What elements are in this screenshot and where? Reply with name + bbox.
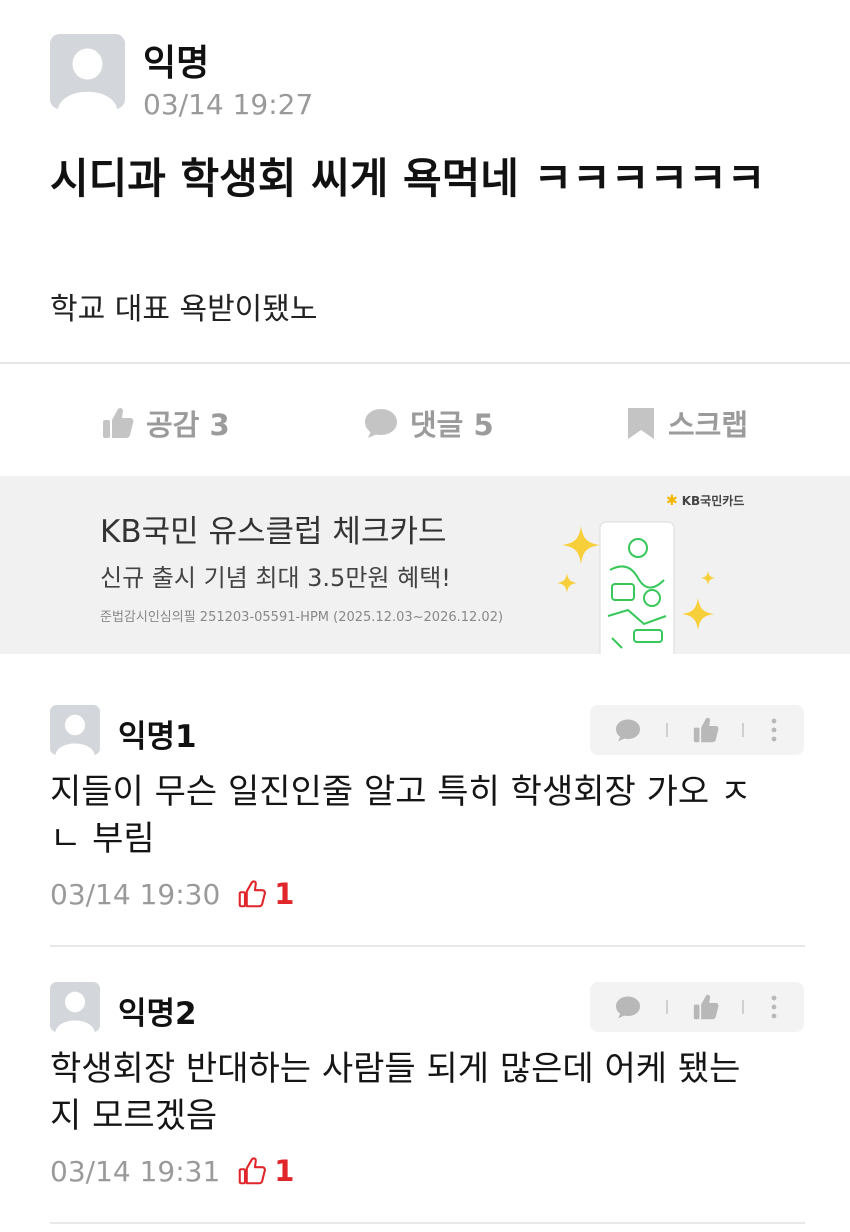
comment-button[interactable]: 댓글 5	[364, 388, 494, 458]
toolbar-separator	[742, 1000, 744, 1014]
comment-text: 학생회장 반대하는 사람들 되게 많은데 어케 됐는지 모르겠음	[50, 1049, 741, 1136]
default-avatar-icon	[50, 34, 125, 109]
check-card-image	[599, 521, 675, 654]
ad-banner[interactable]: KB국민 유스클럽 체크카드 신규 출시 기념 최대 3.5만원 혜택! 준법감…	[0, 476, 850, 654]
post-action-bar: 공감 3 댓글 5 스크랩	[0, 388, 850, 458]
scrap-button[interactable]: 스크랩	[626, 388, 748, 458]
sparkle-icon	[562, 526, 600, 564]
ad-subtitle: 신규 출시 기념 최대 3.5만원 혜택!	[100, 564, 451, 592]
ad-brand-name: KB국민카드	[681, 494, 745, 508]
comment-author: 익명1	[118, 719, 197, 755]
vertical-dots-icon	[771, 718, 777, 742]
more-options-button[interactable]	[756, 982, 792, 1032]
comment-like-button[interactable]	[682, 982, 730, 1032]
like-button[interactable]: 공감 3	[102, 388, 230, 458]
toolbar-separator	[666, 1000, 668, 1014]
thumbs-up-icon	[693, 994, 719, 1020]
thumbs-up-icon	[693, 717, 719, 743]
thumbs-up-outline-icon	[238, 1157, 267, 1185]
commenter-avatar[interactable]	[50, 705, 100, 755]
comment-label: 댓글 5	[410, 408, 494, 442]
sparkle-icon	[557, 573, 577, 593]
default-avatar-icon	[50, 982, 100, 1032]
sparkle-icon	[700, 570, 716, 586]
comment-meta: 03/14 19:30 1	[50, 877, 294, 911]
ad-compliance-note: 준법감시인심의필 251203-05591-HPM (2025.12.03~20…	[100, 610, 504, 625]
post-timestamp: 03/14 19:27	[143, 88, 314, 121]
comment-like-button[interactable]	[682, 705, 730, 755]
divider	[0, 362, 850, 364]
default-avatar-icon	[50, 705, 100, 755]
comment-like-number: 1	[274, 1154, 295, 1188]
post-author: 익명	[143, 43, 210, 84]
commenter-avatar[interactable]	[50, 982, 100, 1032]
comment-divider	[50, 1222, 805, 1224]
comment-meta: 03/14 19:31 1	[50, 1154, 294, 1188]
thumbs-up-outline-icon	[238, 880, 267, 908]
comment-like-count: 1	[238, 1154, 294, 1188]
more-options-button[interactable]	[756, 705, 792, 755]
vertical-dots-icon	[771, 995, 777, 1019]
thumbs-up-icon	[103, 407, 134, 438]
toolbar-separator	[666, 723, 668, 737]
ad-title: KB국민 유스클럽 체크카드	[100, 514, 447, 550]
reply-button[interactable]	[604, 982, 652, 1032]
post-body: 학교 대표 욕받이됐노	[50, 292, 318, 327]
comment-timestamp: 03/14 19:31	[50, 1154, 221, 1188]
like-label: 공감 3	[146, 408, 230, 442]
comment-like-count: 1	[238, 877, 294, 911]
comment-item: 익명1 지들이 무슨 일진인줄 알고 특히 학생회장 가오 ㅈㄴ 부림 03/1…	[50, 705, 805, 925]
post-title: 시디과 학생회 씨게 욕먹네 ㅋㅋㅋㅋㅋㅋ	[50, 154, 766, 203]
comment-author: 익명2	[118, 996, 197, 1032]
reply-button[interactable]	[604, 705, 652, 755]
scrap-label: 스크랩	[668, 408, 749, 442]
author-avatar[interactable]	[50, 34, 125, 109]
comment-like-number: 1	[274, 877, 295, 911]
comment-divider	[50, 945, 805, 947]
sparkle-icon	[681, 597, 715, 631]
comment-toolbar	[590, 705, 804, 755]
comment-timestamp: 03/14 19:30	[50, 877, 221, 911]
toolbar-separator	[742, 723, 744, 737]
comment-text: 지들이 무슨 일진인줄 알고 특히 학생회장 가오 ㅈㄴ 부림	[50, 772, 752, 859]
speech-bubble-icon	[365, 409, 397, 438]
speech-bubble-icon	[616, 996, 640, 1019]
kb-logo-icon: ✱	[666, 492, 678, 509]
ad-brand-logo: ✱ KB국민카드	[666, 492, 744, 509]
comment-toolbar	[590, 982, 804, 1032]
comment-item: 익명2 학생회장 반대하는 사람들 되게 많은데 어케 됐는지 모르겠음 03/…	[50, 982, 805, 1202]
bookmark-icon	[628, 408, 654, 439]
speech-bubble-icon	[616, 719, 640, 742]
